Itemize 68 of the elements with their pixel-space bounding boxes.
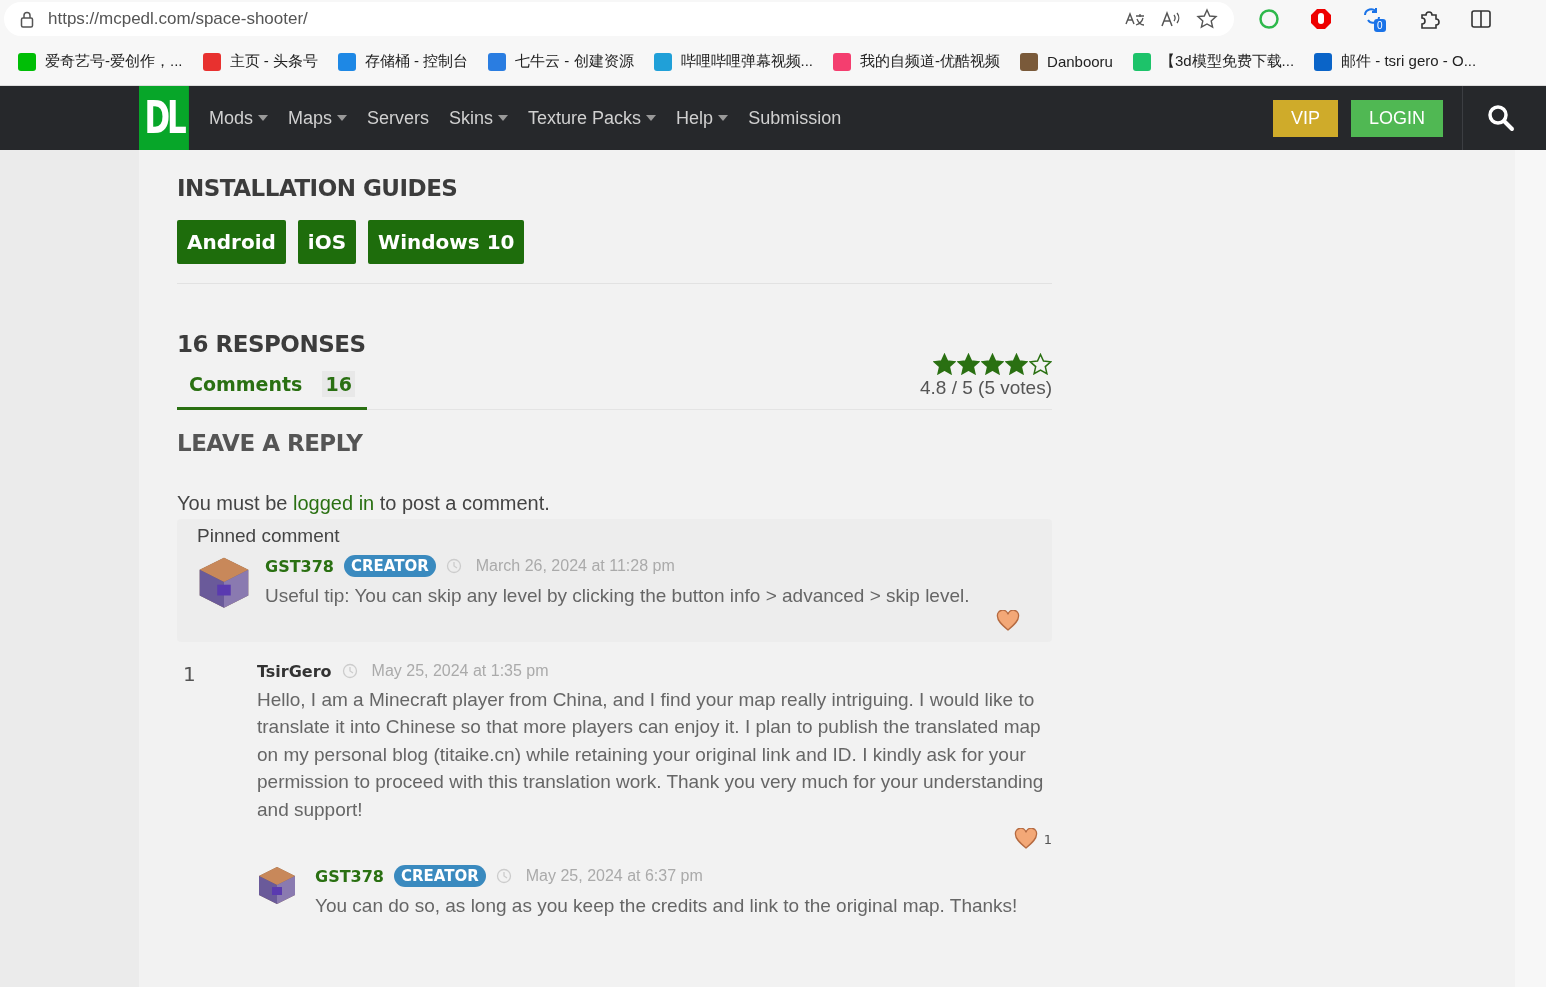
like-count: 1 — [1043, 831, 1052, 847]
creator-badge: CREATOR — [393, 865, 486, 887]
comment-text: Hello, I am a Minecraft player from China, and I find your map really intriguing. I would like to translate it into Chinese so that more players can enjoy it. I plan to publish the translated map on my personal blog (titaike.cn) while retaining your original link and ID. I kindly ask for your permission to proceed with this translation work. Thank you very much for your understanding and support! — [257, 687, 1045, 822]
cube-avatar-icon — [257, 865, 297, 905]
puzzle-icon — [1418, 8, 1440, 30]
heart-icon — [1013, 828, 1038, 850]
bookmark[interactable]: 【3d模型免费下载... — [1132, 52, 1295, 71]
star-icon — [1196, 8, 1218, 30]
stop-hand-icon — [1310, 8, 1332, 30]
author-name[interactable]: TsirGero — [257, 661, 332, 681]
nav-menu-item[interactable]: Submission — [738, 107, 852, 129]
filled-star-icon — [981, 353, 1004, 375]
caret-icon — [498, 115, 509, 121]
comments-tab[interactable]: Comments 16 — [177, 371, 367, 410]
platform-button[interactable]: Windows 10 — [368, 220, 525, 264]
translate-icon — [1124, 10, 1146, 28]
filled-star-icon — [1005, 353, 1028, 375]
section-heading: LEAVE A REPLY — [177, 430, 364, 456]
bookmark[interactable]: 哔哩哔哩弹幕视频... — [653, 52, 814, 71]
bookmark[interactable]: 邮件 - tsri gero - O... — [1314, 52, 1477, 71]
author-name[interactable]: GST378 — [315, 866, 384, 886]
bookmark[interactable]: 七牛云 - 创建资源 — [488, 52, 634, 71]
comment-text: You can do so, as long as you keep the credits and link to the original map. Thanks! — [315, 894, 1019, 918]
clock-icon — [495, 868, 512, 884]
cube-avatar-icon — [197, 555, 251, 609]
bookmark[interactable]: 存储桶 - 控制台 — [337, 52, 469, 71]
bookmark[interactable]: 我的自频道-优酷视频 — [833, 52, 1001, 71]
bookmark[interactable]: Danbooru — [1020, 52, 1113, 71]
nav-menu-item[interactable]: Texture Packs — [518, 107, 667, 129]
clock-icon — [341, 663, 358, 679]
comment-number: 1 — [182, 661, 197, 688]
heart-icon — [996, 609, 1020, 632]
author-name[interactable]: GST378 — [265, 556, 334, 576]
bookmark[interactable]: 主页 - 头条号 — [202, 52, 318, 71]
search-icon — [1487, 104, 1515, 132]
creator-badge: CREATOR — [343, 555, 436, 577]
caret-icon — [718, 115, 729, 121]
filled-star-icon — [957, 353, 980, 375]
platform-button[interactable]: Android — [177, 220, 286, 264]
caret-icon — [646, 115, 657, 121]
nav-menu-item[interactable]: Servers — [357, 107, 440, 129]
caret-icon — [258, 115, 268, 121]
nav-menu-item[interactable]: Help — [666, 107, 739, 129]
extension-badge: 0 — [1374, 19, 1386, 32]
login-prompt: You must be logged in to post a comment. — [177, 492, 551, 515]
comment-text: Useful tip: You can skip any level by clicking the button info > advanced > skip level. — [265, 584, 971, 608]
split-screen-icon — [1470, 8, 1492, 30]
pinned-label: Pinned comment — [197, 525, 341, 547]
nav-menu-item[interactable]: Maps — [278, 107, 358, 129]
bookmark[interactable]: 爱奇艺号-爱创作，... — [18, 52, 183, 71]
clock-icon — [445, 558, 462, 574]
circle-icon — [1258, 8, 1280, 30]
url-text: https://mcpedl.com/space-shooter/ — [48, 9, 308, 29]
platform-button[interactable]: iOS — [297, 220, 357, 264]
section-heading: 16 RESPONSES — [177, 331, 367, 357]
address-bar[interactable]: https://mcpedl.com/space-shooter/ — [4, 2, 1234, 36]
login-link[interactable]: logged in — [293, 492, 375, 514]
read-aloud-icon — [1160, 10, 1182, 28]
nav-menu-item[interactable]: Mods — [199, 107, 278, 129]
filled-star-icon — [933, 353, 956, 375]
comment-date: May 25, 2024 at 6:37 pm — [525, 867, 703, 885]
section-heading: INSTALLATION GUIDES — [177, 175, 459, 201]
comment-date: May 25, 2024 at 1:35 pm — [371, 662, 549, 680]
lock-icon — [20, 10, 34, 28]
nav-menu-item[interactable]: Skins — [439, 107, 519, 129]
comment-date: March 26, 2024 at 11:28 pm — [475, 557, 675, 575]
rating-text: 4.8 / 5 (5 votes) — [920, 377, 1052, 399]
caret-icon — [337, 115, 348, 121]
